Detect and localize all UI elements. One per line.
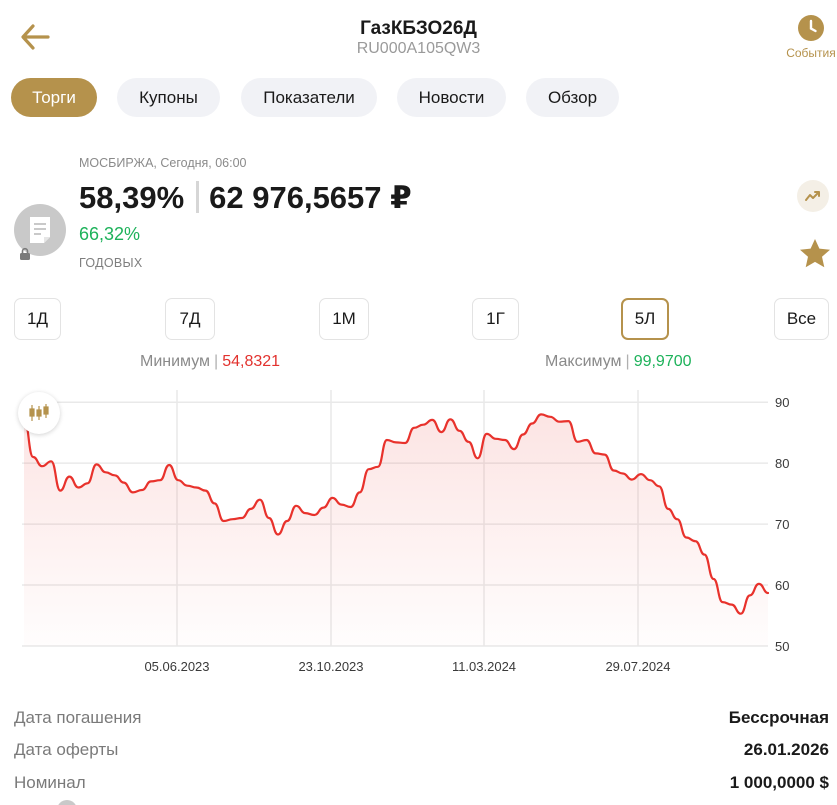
period-5y[interactable]: 5Л: [621, 298, 669, 340]
chart-type-button[interactable]: [18, 392, 60, 434]
detail-label: Дата погашения: [14, 708, 142, 727]
favorite-button[interactable]: [798, 237, 832, 271]
clock-icon: [798, 15, 824, 41]
tab-trading[interactable]: Торги: [11, 78, 97, 117]
next-row-icon: [57, 800, 77, 805]
events-button[interactable]: События: [785, 14, 837, 66]
header: ГазКБЗО26Д RU000A105QW3 События: [0, 0, 837, 70]
page-title: ГазКБЗО26Д: [360, 18, 477, 39]
max-value: 99,9700: [633, 353, 692, 370]
price-percent: 58,39%: [79, 180, 185, 215]
document-icon: [30, 217, 50, 243]
events-label: События: [786, 46, 836, 60]
trend-button[interactable]: [797, 180, 829, 212]
chart-area-fill: [24, 414, 768, 646]
detail-nominal: Номинал 1 000,0000 $: [14, 773, 829, 795]
min-label: Минимум: [140, 353, 211, 370]
x-tick-label: 11.03.2024: [452, 659, 516, 674]
exchange-time: МОСБИРЖА, Сегодня, 06:00: [79, 156, 247, 170]
tab-overview[interactable]: Обзор: [526, 78, 619, 117]
period-1m[interactable]: 1М: [319, 298, 369, 340]
x-tick-label: 23.10.2023: [298, 659, 363, 674]
period-1y[interactable]: 1Г: [472, 298, 519, 340]
yield-label: ГОДОВЫХ: [79, 256, 143, 270]
detail-maturity: Дата погашения Бессрочная: [14, 708, 829, 730]
y-tick-label: 50: [775, 639, 789, 654]
price-row: 58,39% 62 976,5657 ₽: [79, 180, 412, 216]
price-value: 62 976,5657 ₽: [209, 180, 412, 215]
detail-value: Бессрочная: [728, 708, 829, 727]
y-tick-label: 60: [775, 578, 789, 593]
y-tick-label: 80: [775, 456, 789, 471]
y-tick-label: 90: [775, 395, 789, 410]
tab-coupons[interactable]: Купоны: [117, 78, 220, 117]
tab-news[interactable]: Новости: [397, 78, 506, 117]
range-max: Максимум | 99,9700: [545, 353, 692, 370]
star-icon: [800, 239, 830, 268]
lock-icon: [18, 247, 32, 261]
trend-up-icon: [805, 191, 820, 201]
yield-value: 66,32%: [79, 224, 141, 244]
period-7d[interactable]: 7Д: [165, 298, 215, 340]
tab-metrics[interactable]: Показатели: [241, 78, 377, 117]
isin-code: RU000A105QW3: [356, 40, 481, 57]
price-divider: [196, 181, 200, 213]
detail-value: 1 000,0000 $: [729, 773, 829, 792]
detail-offer-date: Дата оферты 26.01.2026: [14, 740, 829, 762]
price-chart[interactable]: 90 80 70 60 50 05.06.2023 23.10.2023 11.03.202…: [0, 386, 837, 686]
y-tick-label: 70: [775, 517, 789, 532]
candlestick-icon: [29, 404, 49, 421]
range-min: Минимум | 54,8321: [140, 353, 281, 370]
detail-value: 26.01.2026: [743, 740, 829, 759]
period-all[interactable]: Все: [774, 298, 829, 340]
period-1d[interactable]: 1Д: [14, 298, 61, 340]
min-value: 54,8321: [222, 353, 281, 370]
detail-label: Номинал: [14, 773, 86, 792]
x-tick-label: 29.07.2024: [605, 659, 670, 674]
detail-label: Дата оферты: [14, 740, 119, 759]
max-label: Максимум: [545, 353, 622, 370]
x-tick-label: 05.06.2023: [144, 659, 209, 674]
